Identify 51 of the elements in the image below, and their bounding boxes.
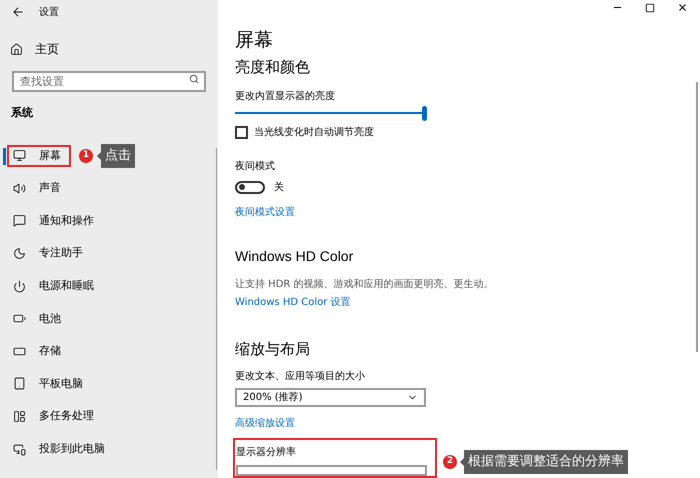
settings-link[interactable]: 高级缩放设置 [235, 416, 700, 431]
moon-icon [13, 247, 26, 260]
description-text: 让支持 HDR 的视频、游戏和应用的画面更明亮、更生动。 [235, 278, 495, 292]
checkbox[interactable] [235, 126, 248, 138]
toggle-switch[interactable] [235, 180, 265, 194]
nav-item[interactable]: 专注助手 [7, 242, 93, 265]
speaker-icon [13, 182, 26, 195]
search-icon [189, 74, 199, 84]
nav-item[interactable]: 多任务处理 [7, 406, 104, 428]
step-badge: 2 [443, 454, 457, 469]
close-icon[interactable] [677, 2, 688, 14]
devices-icon [13, 442, 26, 456]
size-dropdown[interactable]: 200% (推荐) [235, 388, 426, 407]
settings-link[interactable]: Windows HD Color 设置 [235, 294, 700, 310]
nav-item[interactable]: 电源和睡眠 [7, 275, 104, 298]
home-item[interactable]: 主页 [10, 40, 218, 58]
nav-item[interactable]: 屏幕 [7, 144, 71, 167]
slider-label: 更改内置显示器的亮度 [235, 90, 336, 104]
page-title: 屏幕 [235, 28, 274, 52]
back-icon[interactable] [11, 5, 25, 19]
search-field[interactable]: 查找设置 [12, 71, 206, 92]
section-heading: 缩放与布局 [235, 338, 311, 360]
monitor-icon [13, 149, 26, 162]
resolution-dropdown[interactable] [236, 465, 427, 476]
tablet-icon [13, 377, 26, 390]
power-icon [13, 280, 26, 293]
section-heading: 系统 [11, 105, 34, 121]
step-badge: 1 [79, 148, 93, 163]
field-label: 更改文本、应用等项目的大小 [235, 370, 366, 384]
section-heading: Windows HD Color [235, 246, 354, 266]
message-icon [13, 214, 26, 228]
brightness-slider[interactable] [235, 106, 427, 120]
home-icon [10, 42, 23, 56]
nav-item[interactable]: 平板电脑 [7, 372, 93, 395]
window-title: 设置 [39, 6, 59, 20]
nav-item[interactable]: 通知和操作 [7, 210, 104, 232]
field-label: 夜间模式 [235, 160, 276, 174]
toggle-state: 关 [274, 180, 284, 194]
nav-item[interactable]: 存储 [7, 340, 71, 362]
slider-thumb[interactable] [422, 106, 427, 120]
settings-link[interactable]: 夜间模式设置 [235, 204, 700, 220]
annotation-tooltip: 根据需要调整适合的分辨率 [464, 450, 628, 474]
checkbox-label: 当光线变化时自动调节亮度 [254, 126, 374, 140]
nav-item[interactable]: 投影到此电脑 [7, 438, 115, 460]
panels-icon [13, 410, 26, 424]
field-label: 显示器分辨率 [236, 446, 297, 460]
nav-item[interactable]: 电池 [7, 308, 71, 330]
maximize-icon[interactable] [645, 2, 655, 13]
annotation-tooltip: 点击 [101, 144, 135, 168]
section-heading: 亮度和颜色 [235, 56, 311, 76]
nav-item[interactable]: 声音 [7, 177, 71, 200]
